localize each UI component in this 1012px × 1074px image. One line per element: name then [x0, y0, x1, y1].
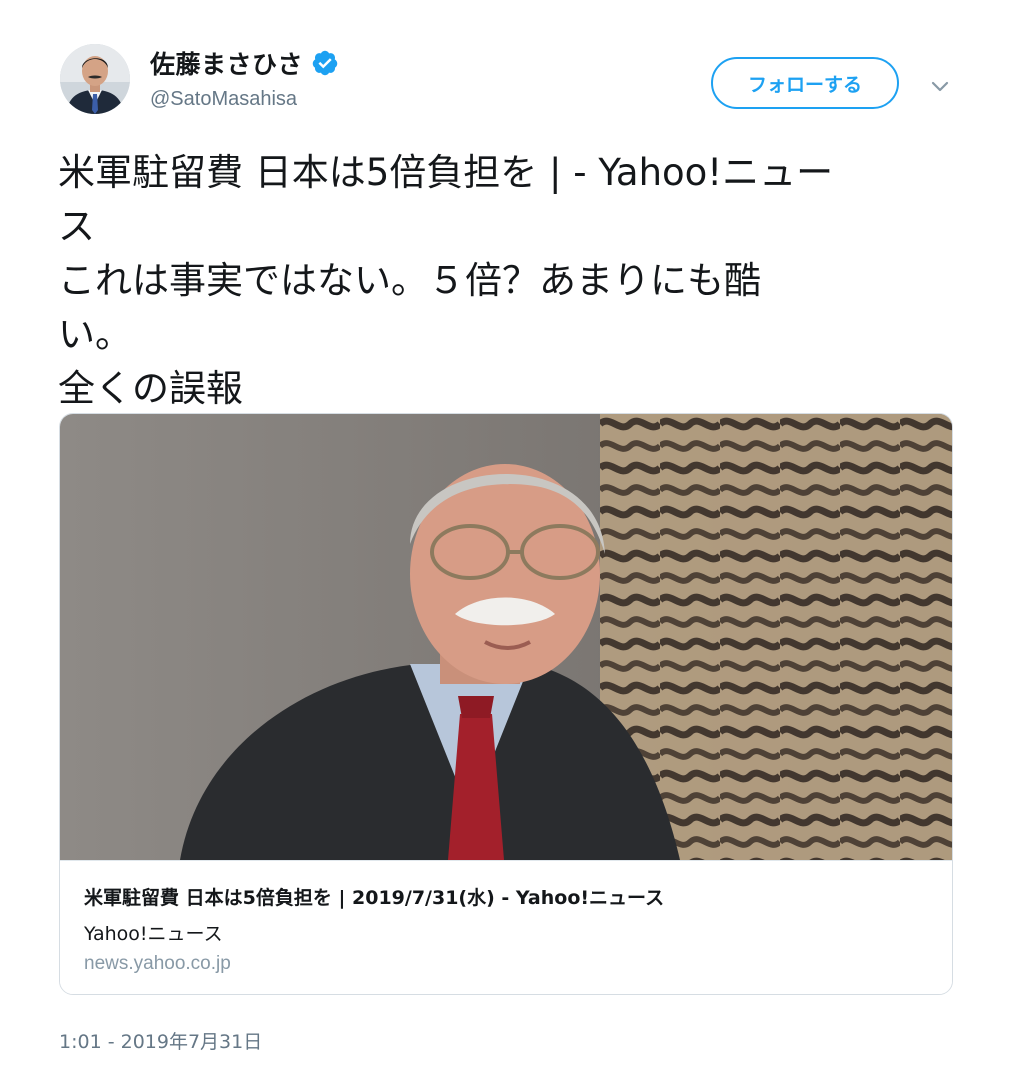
author-info[interactable]: 佐藤まさひさ @SatoMasahisa	[150, 46, 339, 111]
card-image	[60, 414, 952, 860]
card-description: Yahoo!ニュース	[84, 923, 223, 945]
card-title: 米軍駐留費 日本は5倍負担を | 2019/7/31(水) - Yahoo!ニュ…	[84, 887, 665, 909]
avatar-image	[60, 44, 130, 114]
follow-button[interactable]: フォローする	[711, 57, 899, 109]
handle[interactable]: @SatoMasahisa	[150, 88, 339, 111]
timestamp[interactable]: 1:01 - 2019年7月31日	[59, 1027, 262, 1054]
name-row: 佐藤まさひさ	[150, 46, 339, 80]
link-card[interactable]: 米軍駐留費 日本は5倍負担を | 2019/7/31(水) - Yahoo!ニュ…	[59, 413, 953, 995]
tweet-text: 米軍駐留費 日本は5倍負担を | - Yahoo!ニュー ス これは事実ではない…	[58, 146, 958, 416]
chevron-down-icon[interactable]	[928, 74, 952, 98]
tweet-text-line: ス	[58, 205, 95, 248]
card-domain: news.yahoo.co.jp	[84, 953, 231, 974]
tweet-text-line: これは事実ではない。５倍？あまりにも酷	[58, 259, 761, 302]
display-name[interactable]: 佐藤まさひさ	[150, 45, 303, 81]
tweet-text-line: 米軍駐留費 日本は5倍負担を | - Yahoo!ニュー	[58, 151, 834, 194]
verified-badge-icon	[311, 49, 339, 77]
avatar[interactable]	[60, 44, 130, 114]
tweet-text-line: 全くの誤報	[58, 367, 243, 410]
tweet: 佐藤まさひさ @SatoMasahisa フォローする 米軍駐留費 日本は5倍負…	[0, 0, 1012, 1074]
tweet-text-line: い。	[58, 313, 132, 356]
card-body: 米軍駐留費 日本は5倍負担を | 2019/7/31(水) - Yahoo!ニュ…	[60, 860, 952, 994]
